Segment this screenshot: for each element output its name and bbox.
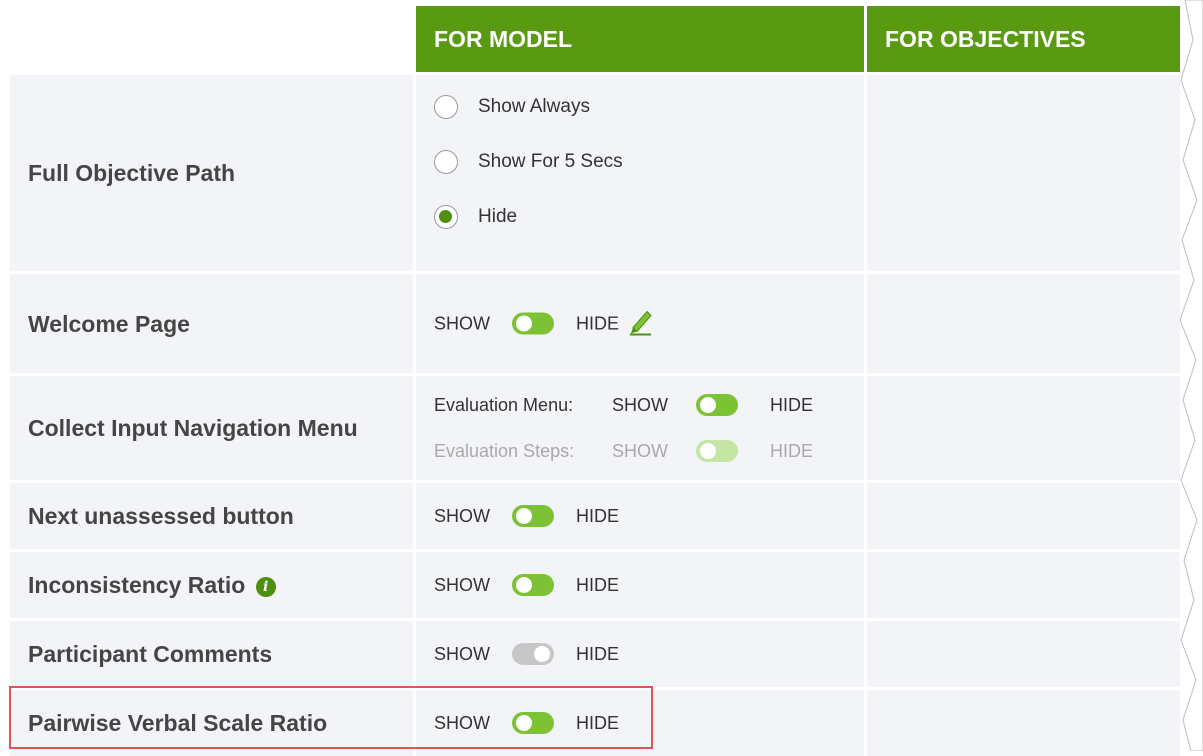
row-welcome-page: Welcome Page SHOW HIDE (10, 274, 1180, 373)
row-collect-input-navigation: Collect Input Navigation Menu Evaluation… (10, 376, 1180, 480)
row-inconsistency-ratio: Inconsistency Ratio i SHOW HIDE (10, 552, 1180, 618)
toggle-evaluation-steps: Evaluation Steps: SHOW HIDE (434, 440, 814, 462)
radio-button[interactable] (434, 95, 458, 119)
toggle-next-unassessed: SHOW HIDE (434, 505, 620, 527)
radio-show-5-secs[interactable]: Show For 5 Secs (434, 148, 623, 176)
row-label: Welcome Page (28, 310, 190, 337)
pencil-icon[interactable] (627, 307, 657, 340)
info-icon[interactable]: i (255, 576, 276, 597)
row-full-objective-path: Full Objective Path Show Always Show For… (10, 75, 1180, 271)
radio-button[interactable] (434, 150, 458, 174)
radio-show-always[interactable]: Show Always (434, 93, 590, 121)
highlight-box (9, 686, 653, 749)
toggle-switch[interactable] (512, 505, 554, 527)
row-next-unassessed: Next unassessed button SHOW HIDE (10, 483, 1180, 549)
table-header: FOR MODEL FOR OBJECTIVES (10, 6, 1180, 72)
toggle-evaluation-menu: Evaluation Menu: SHOW HIDE (434, 394, 814, 416)
header-for-objectives: FOR OBJECTIVES (867, 6, 1180, 72)
row-label: Collect Input Navigation Menu (28, 415, 358, 441)
radio-group-objective-path: Show Always Show For 5 Secs Hide (416, 75, 864, 271)
header-for-model: FOR MODEL (416, 6, 864, 72)
radio-hide[interactable]: Hide (434, 203, 517, 231)
toggle-switch[interactable] (512, 643, 554, 665)
torn-edge (1179, 0, 1203, 751)
toggle-inconsistency-ratio: SHOW HIDE (434, 574, 620, 596)
toggle-participant-comments: SHOW HIDE (434, 643, 620, 665)
row-participant-comments: Participant Comments SHOW HIDE (10, 621, 1180, 687)
radio-button-checked[interactable] (434, 205, 458, 229)
toggle-switch[interactable] (512, 312, 554, 335)
row-label: Full Objective Path (28, 160, 236, 186)
toggle-switch[interactable] (696, 394, 738, 416)
row-label: Next unassessed button (28, 503, 294, 529)
row-label: Inconsistency Ratio i (28, 569, 403, 601)
toggle-switch[interactable] (512, 574, 554, 596)
row-label: Participant Comments (28, 641, 273, 667)
toggle-switch-disabled (696, 440, 738, 462)
toggle-welcome-page: SHOW HIDE (434, 307, 657, 340)
